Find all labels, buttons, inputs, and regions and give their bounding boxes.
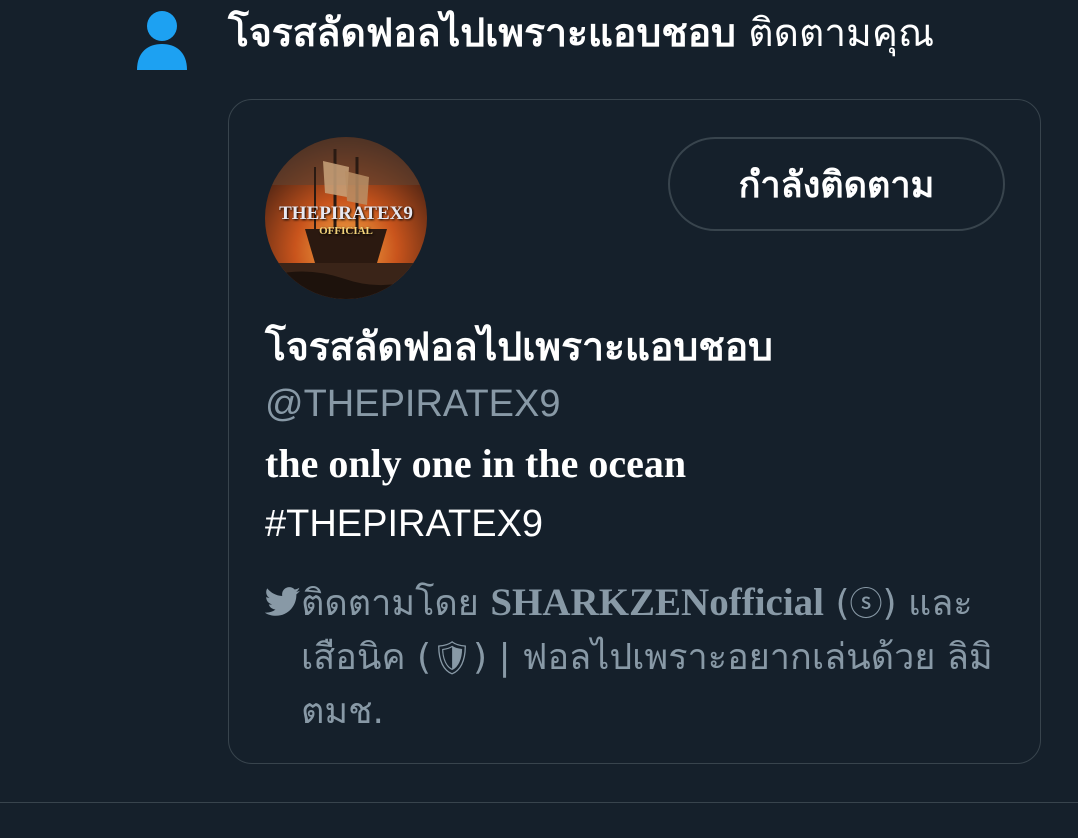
user-avatar[interactable]: THEPIRATEX9 OFFICIAL: [265, 137, 427, 299]
user-card[interactable]: THEPIRATEX9 OFFICIAL กำลังติดตาม โจรสลัด…: [228, 99, 1041, 764]
bio-hashtag[interactable]: #THEPIRATEX9: [265, 498, 543, 550]
avatar-logo-text: THEPIRATEX9: [279, 203, 413, 224]
follower-name-link[interactable]: โจรสลัดฟอลไปเพราะแอบชอบ: [228, 11, 736, 56]
user-display-name[interactable]: โจรสลัดฟอลไปเพราะแอบชอบ: [265, 320, 773, 376]
paren-close: ): [882, 583, 897, 624]
twitter-bird-icon: [265, 587, 301, 616]
notification-headline: โจรสลัดฟอลไปเพราะแอบชอบ ติดตามคุณ: [228, 6, 934, 62]
paren-open: (: [835, 583, 850, 624]
followed-by-text: ติดตามโดย SHARKZENofficial (ⓢ) และ เสือน…: [301, 576, 1001, 739]
following-button[interactable]: กำลังติดตาม: [668, 137, 1005, 231]
mention-sharkzen[interactable]: SHARKZENofficial: [490, 581, 824, 624]
user-handle[interactable]: @THEPIRATEX9: [265, 380, 560, 428]
notification-action-text: ติดตามคุณ: [748, 11, 935, 56]
person-icon: [137, 11, 187, 70]
avatar-logo-subtext: OFFICIAL: [319, 225, 373, 237]
followed-by-prefix: ติดตามโดย: [301, 583, 479, 624]
shield-emblem-icon: 🛡: [431, 638, 473, 677]
mention-emblem: ⓢ: [849, 584, 883, 623]
follow-notification: โจรสลัดฟอลไปเพราะแอบชอบ ติดตามคุณ THEPIR…: [0, 0, 1078, 838]
bio-text: the only one in the ocean: [265, 441, 687, 486]
divider: [0, 802, 1078, 803]
